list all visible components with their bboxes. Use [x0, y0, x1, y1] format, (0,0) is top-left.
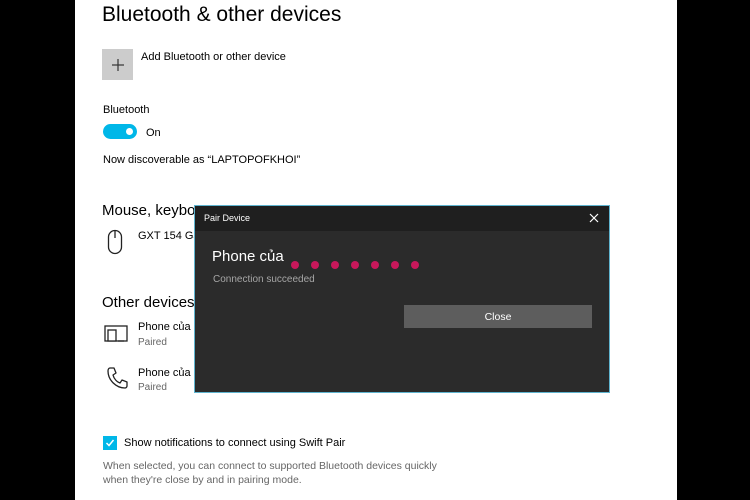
redaction-dots [291, 256, 431, 269]
bluetooth-label: Bluetooth [103, 104, 150, 116]
close-icon [589, 213, 599, 223]
redaction-dot [331, 261, 339, 269]
dialog-close-button[interactable] [587, 211, 601, 225]
other-device-status: Paired [138, 337, 167, 348]
swift-pair-label[interactable]: Show notifications to connect using Swif… [124, 437, 345, 449]
plus-icon [111, 58, 124, 71]
other-device-name[interactable]: Phone của N [138, 367, 202, 379]
swift-pair-checkbox[interactable] [103, 436, 117, 450]
redaction-dot [391, 261, 399, 269]
paired-device-name: Phone của [212, 248, 284, 265]
redaction-dot [411, 261, 419, 269]
dialog-titlebar[interactable]: Pair Device [195, 206, 609, 231]
mouse-icon [107, 229, 123, 255]
other-devices-section-title: Other devices [102, 294, 195, 311]
pair-device-dialog: Pair Device Phone của Connection succeed… [194, 205, 610, 393]
dialog-title: Pair Device [204, 213, 251, 223]
add-device-label[interactable]: Add Bluetooth or other device [141, 51, 286, 63]
page-title: Bluetooth & other devices [102, 3, 342, 26]
mouse-section-title: Mouse, keybo [102, 202, 196, 219]
swift-pair-hint: When selected, you can connect to suppor… [103, 460, 437, 486]
add-device-button[interactable] [102, 49, 133, 80]
discoverable-text: Now discoverable as “LAPTOPOFKHOI” [103, 154, 301, 166]
other-device-name[interactable]: Phone của N [138, 321, 202, 333]
redaction-dot [371, 261, 379, 269]
other-device-status: Paired [138, 382, 167, 393]
bluetooth-toggle[interactable] [103, 124, 137, 139]
connection-status: Connection succeeded [213, 274, 315, 285]
phone-icon [107, 367, 128, 389]
bluetooth-state-text: On [146, 127, 161, 139]
toggle-knob [126, 128, 133, 135]
redaction-dot [351, 261, 359, 269]
close-button[interactable]: Close [404, 305, 592, 328]
redaction-dot [291, 261, 299, 269]
checkmark-icon [105, 439, 115, 447]
redaction-dot [311, 261, 319, 269]
monitor-phone-icon [104, 325, 128, 342]
